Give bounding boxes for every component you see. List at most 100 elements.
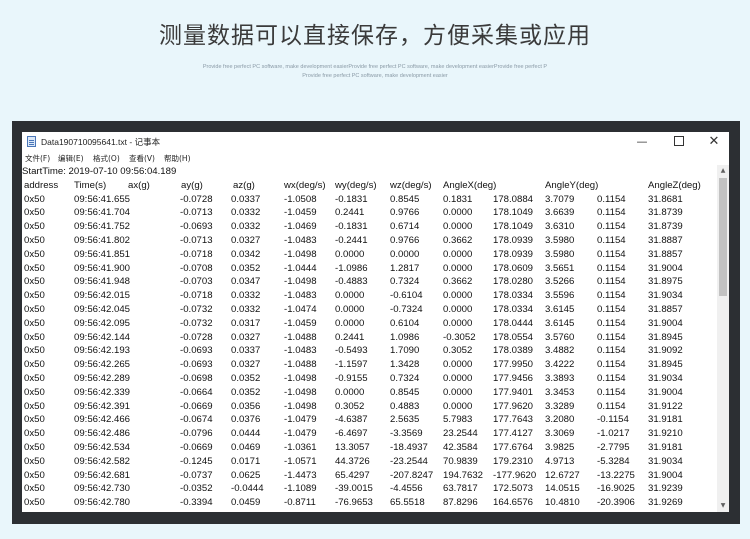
data-cell: 31.9004 [648,386,683,398]
data-cell: 0x50 [24,345,45,357]
data-cell: -0.0713 [180,207,213,219]
data-cell: 177.4127 [493,428,534,440]
minimize-button[interactable]: — [625,132,659,152]
data-cell: 3.6145 [545,317,575,329]
data-cell: 0.3662 [443,235,473,246]
data-cell: -0.0693 [180,359,213,371]
data-cell: 0.1154 [597,262,626,274]
data-cell: 0.0625 [231,469,261,481]
data-cell: 0.1154 [597,400,626,412]
data-cell: 31.9122 [648,400,683,412]
data-cell: 1.3428 [390,359,420,371]
data-cell: 0.0000 [443,400,473,412]
column-header: wy(deg/s) [335,179,377,191]
data-cell: 0.0317 [231,317,261,329]
data-cell: -1.0498 [284,373,317,384]
data-cell: 09:56:42.534 [74,442,131,453]
data-cell: 0.0000 [443,386,473,398]
data-cell: -1.0498 [284,386,317,398]
scroll-down-arrow-icon[interactable]: ▼ [717,500,729,512]
data-cell: -0.0728 [180,193,213,205]
data-cell: 0.0352 [231,373,261,384]
data-cell: 3.4882 [545,345,575,357]
data-cell: 0.0356 [231,400,261,412]
data-cell: 0.0337 [231,345,261,357]
data-cell: 1.2817 [390,262,420,274]
data-cell: 3.5760 [545,331,575,343]
data-cell: 31.9034 [648,290,683,302]
tagline-1: Provide free perfect PC software, make d… [202,64,548,70]
data-cell: -177.9620 [493,469,537,481]
data-cell: 0x50 [24,373,45,384]
data-cell: 31.9181 [648,442,683,453]
data-cell: 0x50 [24,248,45,260]
data-cell: -0.0718 [180,290,213,302]
close-button[interactable]: ✕ [697,132,729,152]
data-cell: -5.3284 [597,455,630,467]
data-cell: 0.0459 [231,497,261,509]
menu-file[interactable]: 文件(F) [25,153,50,164]
menu-edit[interactable]: 编辑(E) [58,153,84,164]
data-cell: -4.6387 [335,414,368,426]
data-cell: 31.9269 [648,497,683,509]
data-cell: 177.6764 [493,442,534,453]
data-cell: -0.0708 [180,262,213,274]
data-cell: 177.9950 [493,359,534,371]
data-cell: -0.0444 [231,483,264,495]
menu-help[interactable]: 帮助(H) [164,153,191,164]
vertical-scrollbar[interactable]: ▲ ▼ [717,165,729,512]
column-header: AngleZ(deg) [648,179,701,191]
data-cell: 0.3052 [335,400,365,412]
data-cell: 0.1154 [597,207,626,219]
data-cell: 42.3584 [443,442,478,453]
data-cell: 0x50 [24,304,45,315]
data-cell: 1.0986 [390,331,420,343]
column-header: ay(g) [181,179,203,191]
data-cell: 09:56:41.802 [74,235,131,246]
scroll-up-arrow-icon[interactable]: ▲ [717,165,729,177]
data-cell: 177.9620 [493,400,534,412]
text-editor[interactable]: StartTime: 2019-07-10 09:56:04.189 addre… [22,165,717,512]
data-cell: 2.5635 [390,414,420,426]
tagline-2: Provide free perfect PC software, make d… [302,73,448,79]
data-cell: 0.3662 [443,276,473,288]
data-cell: 0.7324 [390,373,420,384]
data-cell: -0.6104 [390,290,423,302]
window-title: Data190710095641.txt - 记事本 [41,137,161,147]
data-cell: 0.4883 [390,400,420,412]
data-cell: -1.0217 [597,428,630,440]
title-bar[interactable]: Data190710095641.txt - 记事本 — ✕ [22,132,729,152]
data-cell: 178.0334 [493,304,534,315]
data-cell: -0.0352 [180,483,213,495]
data-cell: 3.6310 [545,221,575,233]
data-cell: -1.0444 [284,262,317,274]
data-cell: 179.2310 [493,455,534,467]
data-cell: 0x50 [24,193,45,205]
scroll-thumb[interactable] [719,178,727,296]
data-cell: 0x50 [24,262,45,274]
menu-view[interactable]: 查看(V) [129,153,155,164]
data-cell: 0.9766 [390,207,420,219]
data-cell: 0.0000 [443,290,473,302]
menu-format[interactable]: 格式(O) [93,153,120,164]
data-cell: 0x50 [24,207,45,219]
data-cell: 178.0444 [493,317,534,329]
data-cell: -3.3569 [390,428,423,440]
data-cell: 0.8545 [390,193,420,205]
data-cell: 13.3057 [335,442,370,453]
data-cell: -1.0498 [284,276,317,288]
data-cell: 09:56:41.752 [74,221,131,233]
data-cell: 172.5073 [493,483,534,495]
data-cell: 09:56:42.144 [74,331,131,343]
data-cell: 44.3726 [335,455,370,467]
data-cell: -0.0693 [180,345,213,357]
data-cell: 09:56:41.704 [74,207,131,219]
data-cell: 31.8739 [648,207,683,219]
data-cell: -207.8247 [390,469,434,481]
data-cell: 0.2441 [335,331,365,343]
maximize-button[interactable] [662,132,696,152]
data-cell: 0.0444 [231,428,261,440]
data-cell: 0.0332 [231,207,261,219]
data-cell: 0.0000 [443,317,473,329]
column-header: address [24,179,59,191]
